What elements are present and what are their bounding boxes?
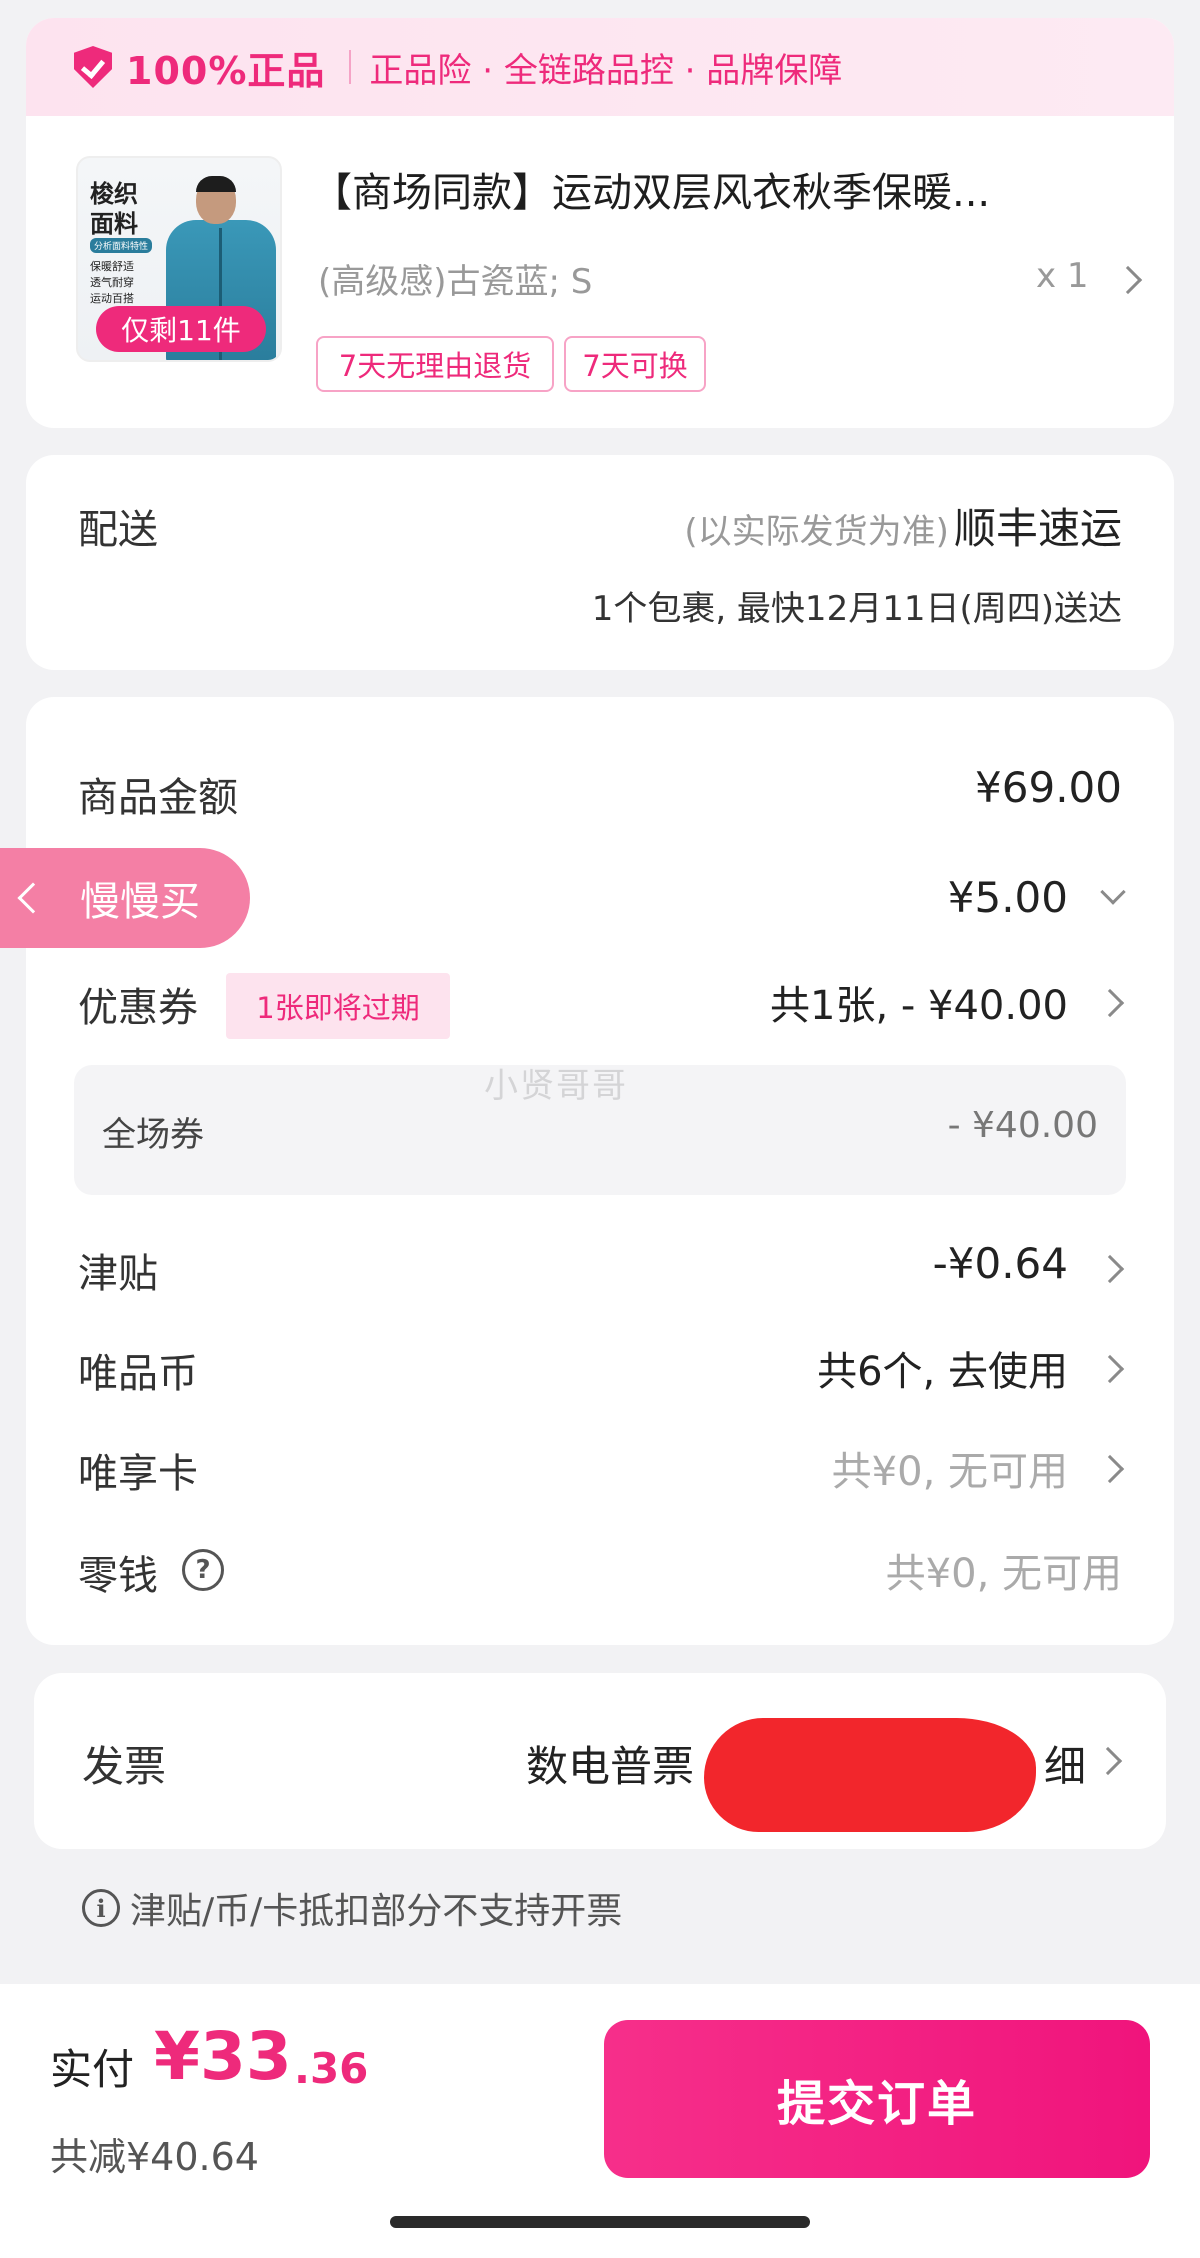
delivery-carrier: 顺丰速运 [953, 504, 1122, 553]
delivery-eta: 1个包裹, 最快12月11日(周四)送达 [591, 589, 1122, 629]
shield-check-icon [74, 46, 112, 88]
chevron-left-icon [17, 882, 49, 914]
delivery-label: 配送 [78, 507, 158, 553]
chevron-down-icon[interactable] [1100, 879, 1126, 905]
invoice-type: 数电普票 [526, 1742, 695, 1791]
chevron-right-icon[interactable] [1095, 1254, 1125, 1284]
pay-label: 实付 [50, 2045, 135, 2094]
chevron-right-icon[interactable] [1095, 988, 1125, 1018]
guarantee-banner: 100%正品 正品险 · 全链路品控 · 品牌保障 [26, 18, 1174, 116]
chevron-right-icon[interactable] [1095, 1454, 1125, 1484]
submit-order-button[interactable]: 提交订单 [604, 2020, 1150, 2178]
return-policy-tag: 7天无理由退货 [316, 336, 554, 392]
home-indicator[interactable] [390, 2216, 810, 2228]
redaction-mark [704, 1718, 1036, 1832]
info-icon: i [82, 1889, 120, 1927]
product-card: 100%正品 正品险 · 全链路品控 · 品牌保障 梭织 面料 分析面料特性 保… [26, 18, 1174, 428]
goods-amount-label: 商品金额 [78, 775, 238, 821]
total-saved: 共减¥40.64 [50, 2135, 259, 2179]
thumb-fabric-label: 面料 [90, 209, 138, 238]
pay-currency: ¥ [154, 2018, 200, 2095]
delivery-card: 配送 (以实际发货为准) 顺丰速运 1个包裹, 最快12月11日(周四)送达 [26, 455, 1174, 670]
stock-badge: 仅剩11件 [96, 306, 266, 352]
coupon-value[interactable]: 共1张, - ¥40.00 [770, 973, 1068, 1031]
chevron-right-icon[interactable] [1113, 265, 1143, 295]
guarantee-items: 正品险 · 全链路品控 · 品牌保障 [369, 50, 843, 91]
shipping-amount-value[interactable]: ¥5.00 [948, 873, 1068, 922]
product-quantity: x 1 [1036, 256, 1089, 296]
delivery-method[interactable]: (以实际发货为准) 顺丰速运 [684, 495, 1122, 556]
thumb-caption: 分析面料特性 [90, 238, 153, 253]
product-spec[interactable]: (高级感)古瓷蓝; S [318, 254, 592, 303]
coupon-label: 优惠券 [78, 985, 198, 1031]
thumb-feature: 运动百搭 [90, 292, 134, 305]
subsidy-value[interactable]: -¥0.64 [933, 1239, 1068, 1288]
chevron-right-icon[interactable] [1095, 1354, 1125, 1384]
card-value[interactable]: 共¥0, 无可用 [832, 1439, 1068, 1497]
question-mark-icon[interactable]: ? [182, 1549, 224, 1591]
coupon-detail-label: 全场券 [102, 1115, 204, 1155]
invoice-label: 发票 [82, 1742, 167, 1791]
watermark-text: 小贤哥哥 [484, 1066, 628, 1106]
subsidy-label: 津贴 [78, 1251, 158, 1297]
pay-decimal: .36 [294, 2044, 369, 2093]
delivery-note: (以实际发货为准) [684, 512, 949, 552]
chevron-right-icon[interactable] [1093, 1746, 1123, 1776]
thumb-feature: 透气耐穿 [90, 276, 134, 289]
invoice-note: i 津贴/币/卡抵扣部分不支持开票 [82, 1882, 622, 1934]
goods-amount-value: ¥69.00 [975, 763, 1122, 812]
divider [349, 50, 352, 84]
checkout-bar: 实付 ¥33 .36 共减¥40.64 提交订单 [0, 1984, 1200, 2258]
guarantee-title: 100%正品 [126, 48, 326, 93]
float-tab-label: 慢慢买 [80, 879, 200, 925]
card-label: 唯享卡 [78, 1451, 198, 1497]
coupon-detail-value: - ¥40.00 [947, 1105, 1098, 1146]
thumb-feature: 保暖舒适 [90, 260, 134, 273]
coin-label: 唯品币 [78, 1351, 198, 1397]
coupon-expiry-badge: 1张即将过期 [226, 973, 450, 1039]
invoice-note-text: 津贴/币/卡抵扣部分不支持开票 [130, 1891, 623, 1932]
coin-value[interactable]: 共6个, 去使用 [817, 1339, 1068, 1397]
invoice-type-suffix: 细 [1044, 1742, 1087, 1791]
exchange-policy-tag: 7天可换 [564, 336, 706, 392]
pay-amount: ¥33 [154, 2018, 292, 2095]
change-value: 共¥0, 无可用 [885, 1551, 1122, 1597]
price-summary-card: 商品金额 ¥69.00 ¥5.00 优惠券 1张即将过期 共1张, - ¥40.… [26, 697, 1174, 1645]
product-title[interactable]: 【商场同款】运动双层风衣秋季保暖... [312, 160, 990, 218]
product-thumbnail[interactable]: 梭织 面料 分析面料特性 保暖舒适 透气耐穿 运动百搭 仅剩11件 [76, 156, 282, 362]
pay-integer: 33 [199, 2018, 292, 2095]
price-tracker-float-tab[interactable]: 慢慢买 [0, 848, 250, 948]
change-label: 零钱 [78, 1553, 158, 1599]
